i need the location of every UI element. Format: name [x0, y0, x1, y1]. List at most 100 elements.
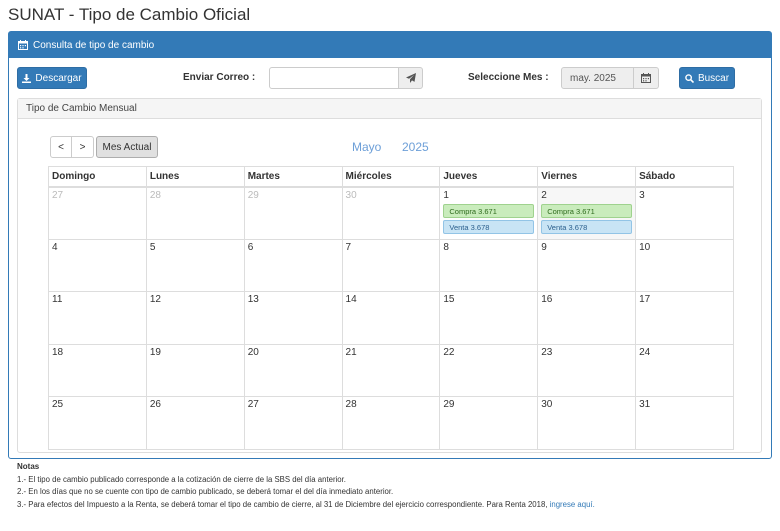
day-number: 25: [52, 399, 64, 411]
notes: Notas 1.- El tipo de cambio publicado co…: [17, 461, 595, 511]
calendar-month: Mayo: [352, 140, 382, 154]
day-number: 29: [247, 189, 259, 201]
day-number: 10: [639, 241, 651, 253]
weekday-header: Jueves: [439, 166, 539, 188]
day-number: 15: [443, 294, 455, 306]
day-number: 18: [52, 346, 64, 358]
note-line: 3.- Para efectos del Impuesto a la Renta…: [17, 499, 595, 512]
day-number: 3: [639, 189, 645, 201]
day-number: 22: [443, 346, 455, 358]
calendar-day-cell[interactable]: 12: [145, 291, 245, 345]
notes-title: Notas: [17, 462, 40, 471]
calendar-day-cell[interactable]: 17: [635, 291, 734, 345]
calendar-day-cell[interactable]: 14: [341, 291, 441, 345]
search-button[interactable]: Buscar: [679, 67, 735, 89]
paper-plane-icon: [405, 73, 416, 83]
buy-rate-event[interactable]: Compra 3.671: [443, 203, 535, 218]
month-field[interactable]: may. 2025: [561, 67, 634, 89]
day-number: 30: [541, 399, 553, 411]
email-field[interactable]: [269, 67, 399, 89]
email-label: Enviar Correo :: [183, 72, 256, 83]
calendar-week-row: 11 12 13 14 15 16 17: [48, 291, 734, 345]
calendar-grid: Domingo Lunes Martes Miércoles Jueves Vi…: [48, 166, 734, 450]
calendar-day-cell[interactable]: 4: [48, 238, 147, 293]
calendar-day-cell[interactable]: 26: [145, 396, 245, 450]
prev-month-button[interactable]: <: [50, 136, 72, 158]
month-picker-button[interactable]: [633, 67, 659, 89]
search-label: Buscar: [697, 72, 730, 84]
calendar-week-row: 18 19 20 21 22 23 24: [48, 343, 734, 398]
calendar-day-cell[interactable]: 9: [537, 238, 637, 293]
calendar-day-cell[interactable]: 27: [243, 396, 343, 450]
renta-2018-link[interactable]: ingrese aquí.: [550, 500, 595, 509]
calendar-day-cell[interactable]: 16: [537, 291, 637, 345]
calendar-day-cell[interactable]: 3: [635, 186, 734, 240]
calendar-day-cell[interactable]: 21: [341, 343, 441, 398]
calendar-day-cell[interactable]: 8: [439, 238, 539, 293]
calendar-day-cell[interactable]: 30: [341, 186, 441, 240]
calendar-day-cell[interactable]: 10: [635, 238, 734, 293]
day-number: 8: [443, 241, 449, 253]
calendar-day-cell[interactable]: 13: [243, 291, 343, 345]
calendar-day-cell[interactable]: 27: [48, 186, 147, 240]
calendar-day-cell[interactable]: 1 Compra 3.671 Venta 3.678: [439, 186, 539, 240]
day-number: 31: [639, 399, 651, 411]
current-month-button[interactable]: Mes Actual: [96, 136, 158, 158]
calendar-day-cell[interactable]: 18: [48, 343, 147, 398]
day-number: 26: [149, 399, 161, 411]
day-number: 28: [345, 399, 357, 411]
calendar-icon: [18, 40, 28, 50]
day-number: 13: [247, 294, 259, 306]
calendar-week-row: 4 5 6 7 8 9 10: [48, 238, 734, 293]
calendar-day-cell[interactable]: 22: [439, 343, 539, 398]
send-email-button[interactable]: [398, 67, 423, 89]
calendar-day-cell[interactable]: 25: [48, 396, 147, 450]
calendar-day-cell[interactable]: 6: [243, 238, 343, 293]
weekday-header: Domingo: [48, 166, 147, 188]
note-line-text: 3.- Para efectos del Impuesto a la Renta…: [17, 499, 548, 509]
day-number: 28: [149, 189, 161, 201]
calendar-day-cell[interactable]: 23: [537, 343, 637, 398]
calendar-day-cell[interactable]: 15: [439, 291, 539, 345]
calendar-day-cell[interactable]: 19: [145, 343, 245, 398]
page-title: SUNAT - Tipo de Cambio Oficial: [8, 5, 251, 24]
panel-heading: Consulta de tipo de cambio: [9, 32, 771, 58]
calendar-week-row: 25 26 27 28 29 30 31: [48, 396, 734, 450]
day-number: 19: [149, 346, 161, 358]
calendar-day-cell[interactable]: 7: [341, 238, 441, 293]
calendar-day-cell[interactable]: 5: [145, 238, 245, 293]
calendar-day-cell[interactable]: 11: [48, 291, 147, 345]
weekday-header: Martes: [243, 166, 343, 188]
weekday-header: Sábado: [635, 166, 734, 188]
day-number: 11: [52, 294, 63, 306]
day-number: 6: [247, 241, 254, 253]
calendar-icon: [641, 73, 651, 83]
calendar-day-cell[interactable]: 30: [537, 396, 637, 450]
calendar-day-cell[interactable]: 28: [341, 396, 441, 450]
day-number: 1: [443, 189, 449, 201]
calendar-year: 2025: [402, 140, 429, 154]
sell-rate-event[interactable]: Venta 3.678: [443, 219, 535, 234]
download-icon: [22, 73, 32, 83]
day-number: 27: [52, 189, 64, 201]
calendar-day-cell[interactable]: 2 Compra 3.671 Venta 3.678: [537, 186, 637, 240]
calendar-day-cell[interactable]: 31: [635, 396, 734, 450]
note-line: 2.- En los días que no se cuente con tip…: [17, 487, 394, 497]
day-number: 7: [345, 241, 352, 253]
calendar-day-cell[interactable]: 29: [439, 396, 539, 450]
sell-rate-event[interactable]: Venta 3.678: [541, 219, 633, 234]
calendar-week-row: 27 28 29 30 1 Compra 3.671 Venta 3.678 2 Compra …: [48, 186, 734, 240]
day-number: 16: [541, 294, 553, 306]
calendar-day-cell[interactable]: 29: [243, 186, 343, 240]
monthly-rate-panel: Tipo de Cambio Mensual < > Mes Actual Ma…: [17, 98, 762, 453]
download-button[interactable]: Descargar: [17, 67, 87, 89]
calendar-day-cell[interactable]: 24: [635, 343, 734, 398]
calendar-day-cell[interactable]: 28: [145, 186, 245, 240]
note-line: 1.- El tipo de cambio publicado correspo…: [17, 474, 346, 484]
search-icon: [685, 73, 694, 83]
next-month-button[interactable]: >: [72, 136, 94, 158]
monthly-rate-heading: Tipo de Cambio Mensual: [18, 99, 761, 119]
day-number: 4: [52, 241, 58, 253]
buy-rate-event[interactable]: Compra 3.671: [541, 203, 633, 218]
calendar-day-cell[interactable]: 20: [243, 343, 343, 398]
